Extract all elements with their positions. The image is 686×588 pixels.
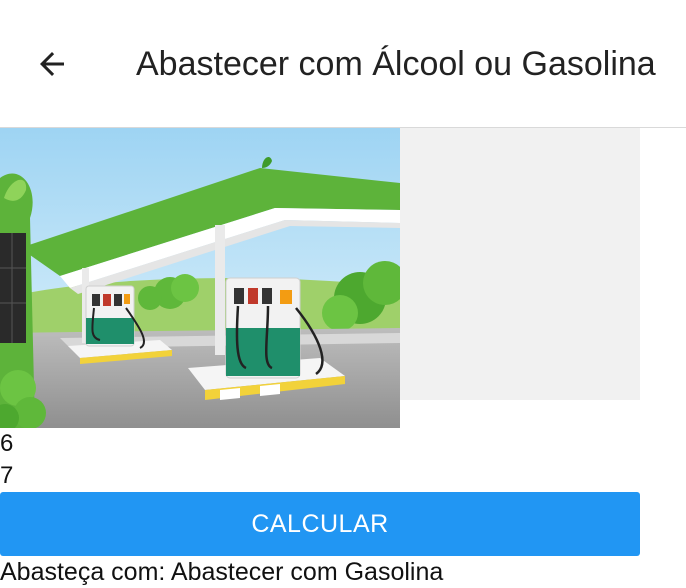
back-button[interactable] xyxy=(28,40,76,88)
result-text: Abasteça com: Abastecer com Gasolina xyxy=(0,558,444,586)
main-content: 6 7 CALCULAR Abasteça com: Abastecer com… xyxy=(0,128,686,588)
arrow-left-icon xyxy=(40,52,64,76)
gas-station-image xyxy=(0,128,400,428)
image-container xyxy=(0,128,640,428)
app-bar: Abastecer com Álcool ou Gasolina xyxy=(0,0,686,128)
alcohol-price-input[interactable]: 6 xyxy=(0,428,686,460)
calculate-button[interactable]: CALCULAR xyxy=(0,492,640,556)
page-title: Abastecer com Álcool ou Gasolina xyxy=(136,45,656,83)
app-screen: Abastecer com Álcool ou Gasolina 6 7 CAL… xyxy=(0,0,686,588)
gasoline-price-input[interactable]: 7 xyxy=(0,460,686,492)
